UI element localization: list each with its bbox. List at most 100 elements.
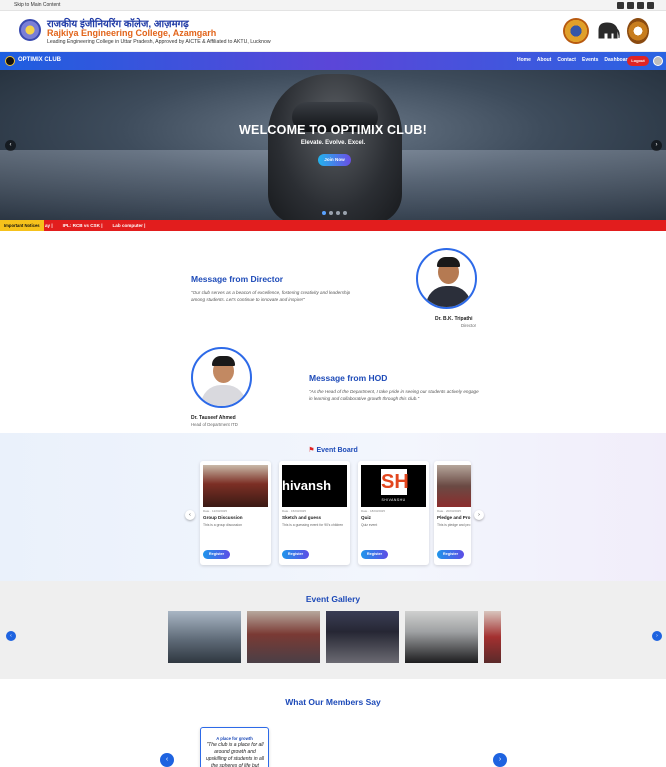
event-meta: Date · 12/03/2025	[203, 509, 228, 513]
hod-body	[201, 385, 246, 406]
testimonial-quote: "The club is a place for all around grow…	[205, 742, 265, 767]
contrast-icon[interactable]	[617, 2, 624, 9]
megaphone-icon: ⚑	[308, 447, 315, 454]
director-quote: "Our club serves as a beacon of excellen…	[191, 290, 351, 302]
hod-hair	[212, 356, 235, 366]
nav-events[interactable]: Events	[582, 57, 598, 63]
register-button[interactable]: Register	[282, 550, 309, 559]
event-prev-button[interactable]: ‹	[185, 510, 195, 520]
director-hair	[437, 257, 460, 267]
director-name: Dr. B.K. Tripathi	[435, 316, 473, 322]
testimonial-heading: A place for growth	[216, 736, 253, 741]
hero-carousel: WELCOME TO OPTIMIX CLUB! Elevate. Evolve…	[0, 70, 666, 220]
testimonial-next-button[interactable]: ›	[493, 753, 507, 767]
sh-logo: SH	[381, 469, 409, 495]
club-logo-icon[interactable]	[5, 56, 15, 66]
language-icon[interactable]	[637, 2, 644, 9]
gallery-image[interactable]	[168, 611, 241, 663]
event-card: Date · 12/03/2025 Group Discussion This …	[200, 461, 271, 565]
event-board-heading: ⚑ Event Board	[0, 446, 666, 454]
event-image	[203, 465, 268, 507]
join-now-button[interactable]: Join Now	[318, 154, 351, 166]
notice-ticker: ay | IPL: RCB vs CSK | Lab computer | Im…	[0, 220, 666, 231]
carousel-dot[interactable]	[329, 211, 333, 215]
nav-links: Home About Contact Events Dashboard	[517, 57, 631, 63]
search-icon[interactable]	[647, 2, 654, 9]
director-role: Director	[461, 323, 477, 328]
gallery-image[interactable]	[247, 611, 320, 663]
skip-link[interactable]: Skip to Main Content	[14, 2, 60, 8]
carousel-dot[interactable]	[336, 211, 340, 215]
gallery-title: Event Gallery	[305, 594, 361, 604]
pilot-helmet-image	[268, 74, 402, 220]
gallery-prev-button[interactable]: ‹	[6, 631, 16, 641]
aktu-emblem-icon	[563, 18, 589, 44]
accessibility-icons	[617, 2, 654, 9]
carousel-dot[interactable]	[322, 211, 326, 215]
up-govt-emblem-icon	[627, 18, 649, 44]
hero-prev-button[interactable]: ‹	[5, 140, 16, 151]
testimonial-prev-button[interactable]: ‹	[160, 753, 174, 767]
hero-title: WELCOME TO OPTIMIX CLUB!	[239, 123, 427, 137]
ticker-label: Important Notices	[0, 220, 44, 231]
director-photo	[416, 248, 477, 309]
gallery-next-button[interactable]: ›	[652, 631, 662, 641]
event-board-title: Event Board	[316, 447, 358, 454]
hod-name: Dr. Tauseef Ahmed	[191, 415, 236, 421]
gallery-image[interactable]	[405, 611, 478, 663]
register-button[interactable]: Register	[203, 550, 230, 559]
event-meta: Date · 20/03/2025	[437, 509, 462, 513]
event-card: SH SHIVANSHU Date · 18/03/2025 Quiz Quiz…	[358, 461, 429, 565]
site-header: राजकीय इंजीनियरिंग कॉलेज, आज़मगढ़ Rajkiy…	[0, 11, 666, 52]
ticker-items: ay | IPL: RCB vs CSK | Lab computer |	[45, 220, 145, 231]
college-name: Rajkiya Engineering College, Azamgarh	[47, 28, 217, 38]
sh-logo-text: SHIVANSHU	[381, 498, 406, 502]
nav-home[interactable]: Home	[517, 57, 531, 63]
top-strip: Skip to Main Content	[0, 0, 666, 11]
event-title: Pledge and Pro	[437, 515, 471, 520]
gallery-image[interactable]	[326, 611, 399, 663]
logout-button[interactable]: Logout	[627, 56, 649, 66]
college-logo-icon[interactable]	[19, 19, 41, 41]
event-image: SH SHIVANSHU	[361, 465, 426, 507]
register-button[interactable]: Register	[361, 550, 388, 559]
testimonials-title: What Our Members Say	[285, 697, 381, 707]
carousel-indicators	[322, 211, 347, 215]
club-brand[interactable]: OPTIMIX CLUB	[18, 57, 61, 63]
event-image	[437, 465, 471, 507]
register-button[interactable]: Register	[437, 550, 464, 559]
ticker-item[interactable]: Lab computer |	[113, 220, 146, 231]
main-navbar: OPTIMIX CLUB Home About Contact Events D…	[0, 52, 666, 70]
nav-contact[interactable]: Contact	[557, 57, 576, 63]
event-board-section: ⚑ Event Board Date · 12/03/2025 Group Di…	[0, 433, 666, 581]
event-description: Quiz event	[361, 523, 378, 527]
hod-role: Head of Department ITD	[191, 422, 238, 427]
event-meta: Date · 15/03/2025	[282, 509, 307, 513]
carousel-dot[interactable]	[343, 211, 347, 215]
hero-subtitle: Elevate. Evolve. Excel.	[300, 140, 366, 146]
college-tagline: Leading Engineering College in Uttar Pra…	[47, 39, 271, 45]
event-title: Group Discussion	[203, 515, 243, 520]
director-heading: Message from Director	[191, 274, 284, 284]
text-size-icon[interactable]	[627, 2, 634, 9]
event-card: hivansh Date · 15/03/2025 Sketch and gue…	[279, 461, 350, 565]
event-description: This is pledge and pro	[437, 523, 471, 527]
hod-photo	[191, 347, 252, 408]
director-body	[426, 286, 471, 307]
event-description: This is a group discussion	[203, 523, 243, 527]
ticker-item[interactable]: ay |	[45, 220, 53, 231]
gallery-image[interactable]	[484, 611, 501, 663]
ticker-item[interactable]: IPL: RCB vs CSK |	[63, 220, 103, 231]
hero-next-button[interactable]: ›	[651, 140, 662, 151]
event-gallery-section: Event Gallery ‹ ›	[0, 581, 666, 679]
user-avatar[interactable]	[653, 56, 663, 66]
hod-heading: Message from HOD	[309, 373, 388, 383]
nav-about[interactable]: About	[537, 57, 551, 63]
elephant-logo-icon	[598, 22, 620, 39]
event-title: Quiz	[361, 515, 371, 520]
testimonial-card: A place for growth "The club is a place …	[200, 727, 269, 767]
event-title: Sketch and guess	[282, 515, 322, 520]
event-card: Date · 20/03/2025 Pledge and Pro This is…	[434, 461, 471, 565]
event-next-button[interactable]: ›	[474, 510, 484, 520]
event-image: hivansh	[282, 465, 347, 507]
